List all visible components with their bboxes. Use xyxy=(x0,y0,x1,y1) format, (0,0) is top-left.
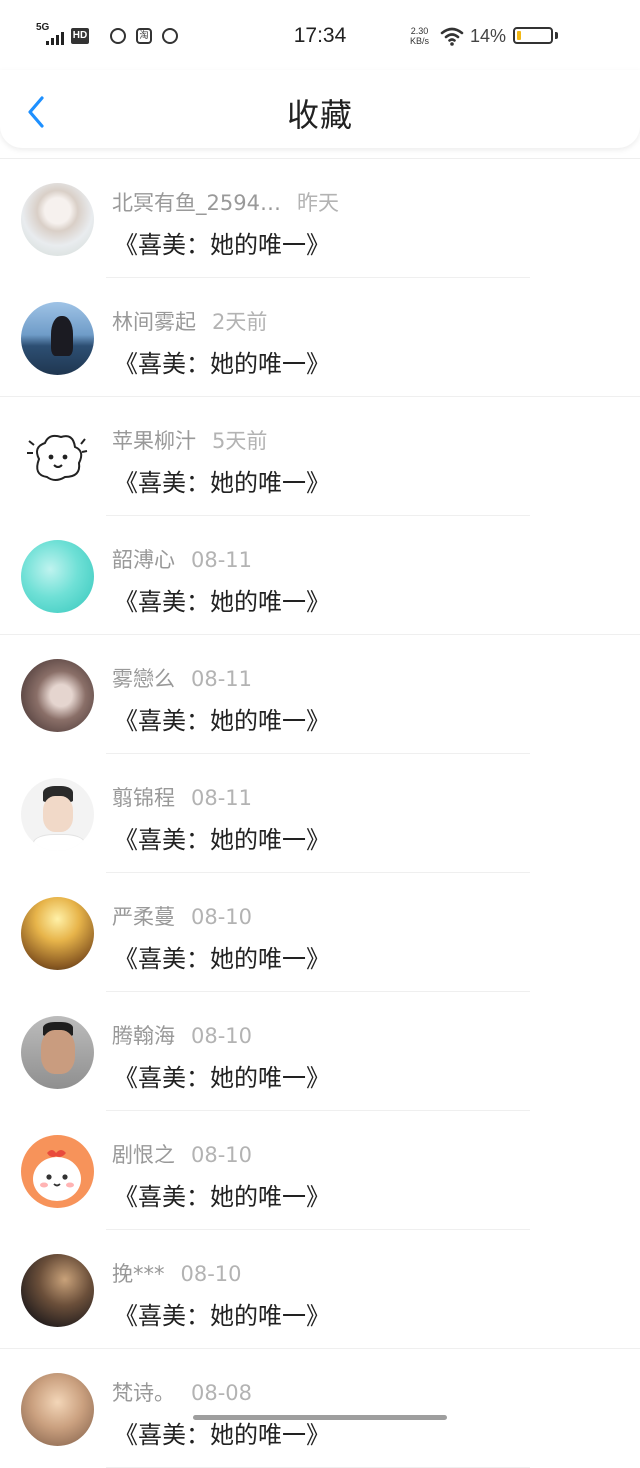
book-title[interactable]: 《喜美：她的唯一》 xyxy=(114,820,330,855)
username[interactable]: 北冥有鱼_2594… xyxy=(112,191,281,215)
favorite-meta: 腾翰海 08-10 xyxy=(112,1020,252,1050)
username[interactable]: 剧恨之 xyxy=(112,1143,175,1167)
book-title[interactable]: 《喜美：她的唯一》 xyxy=(114,225,330,260)
timestamp: 08-10 xyxy=(191,1143,253,1167)
book-title[interactable]: 《喜美：她的唯一》 xyxy=(114,344,330,379)
favorite-meta: 雾戀么 08-11 xyxy=(112,663,252,693)
timestamp: 08-10 xyxy=(191,1024,253,1048)
favorite-meta: 剧恨之 08-10 xyxy=(112,1139,252,1169)
favorite-meta: 北冥有鱼_2594… 昨天 xyxy=(112,187,339,217)
home-indicator[interactable] xyxy=(193,1415,447,1420)
username[interactable]: 梵诗。 xyxy=(112,1381,175,1405)
wifi-icon xyxy=(440,27,464,46)
favorite-item[interactable]: 雾戀么 08-11 《喜美：她的唯一》 xyxy=(0,635,640,754)
favorite-item[interactable]: 北冥有鱼_2594… 昨天 《喜美：她的唯一》 xyxy=(0,159,640,278)
username[interactable]: 腾翰海 xyxy=(112,1024,175,1048)
network-speed-unit: KB/s xyxy=(410,36,430,46)
battery-icon xyxy=(513,27,553,44)
favorite-item[interactable]: 严柔蔓 08-10 《喜美：她的唯一》 xyxy=(0,873,640,992)
timestamp: 08-11 xyxy=(191,548,253,572)
favorite-meta: 翦锦程 08-11 xyxy=(112,782,252,812)
avatar[interactable] xyxy=(21,1135,94,1208)
favorite-item[interactable]: 剧恨之 08-10 《喜美：她的唯一》 xyxy=(0,1111,640,1230)
timestamp: 08-10 xyxy=(191,905,253,929)
favorite-item[interactable]: 腾翰海 08-10 《喜美：她的唯一》 xyxy=(0,992,640,1111)
favorite-meta: 挽*** 08-10 xyxy=(112,1258,242,1288)
book-title[interactable]: 《喜美：她的唯一》 xyxy=(114,582,330,617)
timestamp: 08-10 xyxy=(180,1262,242,1286)
avatar[interactable] xyxy=(21,421,94,494)
avatar[interactable] xyxy=(21,1254,94,1327)
battery-percentage: 14% xyxy=(470,26,507,46)
username[interactable]: 挽*** xyxy=(112,1262,165,1286)
username[interactable]: 苹果柳汁 xyxy=(112,429,196,453)
timestamp: 昨天 xyxy=(296,191,339,215)
book-title[interactable]: 《喜美：她的唯一》 xyxy=(114,1177,330,1212)
favorite-item[interactable]: 梵诗。 08-08 《喜美：她的唯一》 xyxy=(0,1349,640,1468)
timestamp: 2天前 xyxy=(212,310,268,334)
book-title[interactable]: 《喜美：她的唯一》 xyxy=(114,1296,330,1331)
avatar[interactable] xyxy=(21,183,94,256)
username[interactable]: 韶溥心 xyxy=(112,548,175,572)
favorites-list: 北冥有鱼_2594… 昨天 《喜美：她的唯一》 林间雾起 2天前 《喜美：她的唯一》… xyxy=(0,158,640,1468)
battery-level xyxy=(517,31,521,40)
avatar[interactable] xyxy=(21,1373,94,1446)
timestamp: 08-11 xyxy=(191,667,253,691)
book-title[interactable]: 《喜美：她的唯一》 xyxy=(114,939,330,974)
avatar[interactable] xyxy=(21,302,94,375)
timestamp: 08-08 xyxy=(191,1381,253,1405)
status-bar: 5G HD 淘 17:34 2.30 KB/s 14% xyxy=(0,0,640,70)
favorite-meta: 苹果柳汁 5天前 xyxy=(112,425,267,455)
favorite-meta: 梵诗。 08-08 xyxy=(112,1377,252,1407)
favorite-item[interactable]: 挽*** 08-10 《喜美：她的唯一》 xyxy=(0,1230,640,1349)
username[interactable]: 翦锦程 xyxy=(112,786,175,810)
username[interactable]: 严柔蔓 xyxy=(112,905,175,929)
timestamp: 5天前 xyxy=(212,429,268,453)
network-speed-value: 2.30 xyxy=(410,26,429,36)
avatar[interactable] xyxy=(21,897,94,970)
network-speed: 2.30 KB/s xyxy=(410,26,429,46)
favorite-item[interactable]: 苹果柳汁 5天前 《喜美：她的唯一》 xyxy=(0,397,640,516)
username[interactable]: 雾戀么 xyxy=(112,667,175,691)
avatar[interactable] xyxy=(21,659,94,732)
avatar[interactable] xyxy=(21,540,94,613)
page-title: 收藏 xyxy=(286,96,353,134)
book-title[interactable]: 《喜美：她的唯一》 xyxy=(114,1058,330,1093)
favorite-meta: 韶溥心 08-11 xyxy=(112,544,252,574)
favorite-item[interactable]: 翦锦程 08-11 《喜美：她的唯一》 xyxy=(0,754,640,873)
navigation-bar: 收藏 xyxy=(0,70,640,148)
favorite-item[interactable]: 林间雾起 2天前 《喜美：她的唯一》 xyxy=(0,278,640,397)
book-title[interactable]: 《喜美：她的唯一》 xyxy=(114,1415,330,1450)
favorite-item[interactable]: 韶溥心 08-11 《喜美：她的唯一》 xyxy=(0,516,640,635)
cartoon-avatar-icon xyxy=(33,1150,81,1201)
battery-cap xyxy=(555,32,558,39)
avatar[interactable] xyxy=(21,1016,94,1089)
book-title[interactable]: 《喜美：她的唯一》 xyxy=(114,463,330,498)
favorite-meta: 严柔蔓 08-10 xyxy=(112,901,252,931)
username[interactable]: 林间雾起 xyxy=(112,310,196,334)
book-title[interactable]: 《喜美：她的唯一》 xyxy=(114,701,330,736)
favorite-meta: 林间雾起 2天前 xyxy=(112,306,267,336)
timestamp: 08-11 xyxy=(191,786,253,810)
avatar[interactable] xyxy=(21,778,94,851)
cartoon-avatar-icon xyxy=(27,434,88,481)
